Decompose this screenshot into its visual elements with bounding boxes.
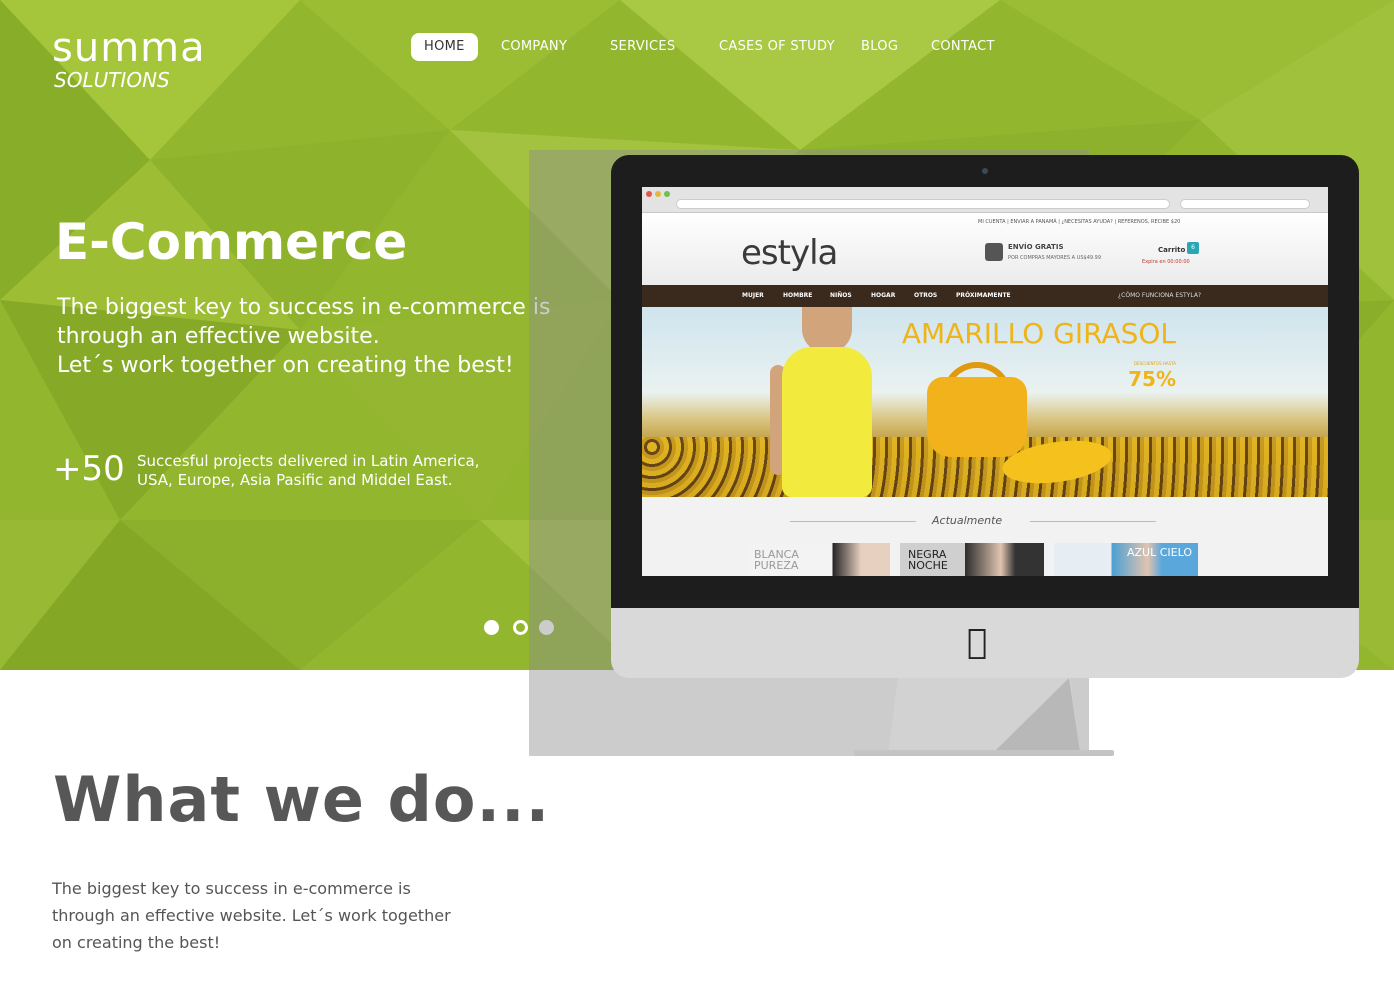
promo-banner: AMARILLO GIRASOL DESCUENTOS HASTA 75% <box>642 307 1328 497</box>
site-nav-item: MUJER <box>742 292 764 299</box>
maximize-icon <box>664 191 670 197</box>
site-logo: estyla <box>741 233 838 273</box>
cart-label: Carrito <box>1158 246 1186 254</box>
hero-description: The biggest key to success in e-commerce… <box>57 293 577 380</box>
model-image <box>782 347 872 497</box>
slide-dot-2[interactable] <box>513 620 528 635</box>
bag-image <box>927 377 1027 457</box>
divider <box>1030 521 1156 522</box>
stat-description-line: USA, Europe, Asia Pasific and Middel Eas… <box>137 471 453 489</box>
section-title: What we do... <box>53 763 551 836</box>
monitor-screen: MI CUENTA | ENVIAR A PANAMÁ | ¿NECESITAS… <box>642 187 1328 576</box>
category-thumb-label: BLANCA PUREZA <box>754 548 799 572</box>
site-top-links: MI CUENTA | ENVIAR A PANAMÁ | ¿NECESITAS… <box>978 219 1181 225</box>
hero-description-line: Let´s work together on creating the best… <box>57 353 514 378</box>
imac-mockup: MI CUENTA | ENVIAR A PANAMÁ | ¿NECESITAS… <box>611 155 1359 678</box>
monitor-stand <box>854 678 1114 756</box>
shipping-icon <box>985 243 1003 261</box>
section-description-line: The biggest key to success in e-commerce… <box>52 879 411 898</box>
cart-count: 6 <box>1187 242 1199 254</box>
category-thumb: NEGRA NOCHE <box>900 543 1044 576</box>
browser-bar <box>642 187 1328 213</box>
site-header: MI CUENTA | ENVIAR A PANAMÁ | ¿NECESITAS… <box>642 213 1328 285</box>
category-thumb: AZUL CIELO <box>1054 543 1198 576</box>
logo[interactable]: summa SOLUTIONS <box>52 28 206 92</box>
nav-services[interactable]: SERVICES <box>610 33 675 61</box>
address-bar <box>676 199 1170 209</box>
nav-home[interactable]: HOME <box>411 33 478 61</box>
category-thumb-label: NEGRA NOCHE <box>908 548 948 572</box>
divider <box>790 521 916 522</box>
shipping-title: ENVÍO GRATIS <box>1008 243 1064 251</box>
site-nav-item: HOGAR <box>871 292 896 299</box>
browser-search-field <box>1180 199 1310 209</box>
monitor-bezel: MI CUENTA | ENVIAR A PANAMÁ | ¿NECESITAS… <box>611 155 1359 610</box>
hero-description-line: The biggest key to success in e-commerce… <box>57 295 551 320</box>
shipping-subtitle: POR COMPRAS MAYORES A US$49.99 <box>1008 255 1102 261</box>
apple-logo-icon:  <box>967 622 987 662</box>
hero-description-line: through an effective website. <box>57 324 380 349</box>
nav-cases-of-study[interactable]: CASES OF STUDY <box>719 33 835 61</box>
site-nav-item: NIÑOS <box>830 292 852 299</box>
camera-icon <box>982 168 988 174</box>
promo-title: AMARILLO GIRASOL <box>901 317 1176 350</box>
hero-title: E-Commerce <box>55 213 408 271</box>
logo-wordmark: summa <box>52 25 206 71</box>
category-thumb-label: AZUL CIELO <box>1126 546 1192 559</box>
close-icon <box>646 191 652 197</box>
nav-blog[interactable]: BLOG <box>861 33 898 61</box>
stat-description: Succesful projects delivered in Latin Am… <box>137 452 497 490</box>
site-help-link: ¿CÓMO FUNCIONA ESTYLA? <box>1118 292 1202 299</box>
cart-expiry: Expira en 00:00:00 <box>1142 259 1190 265</box>
promo-discount-label: DESCUENTOS HASTA <box>1134 361 1176 366</box>
slide-dot-1[interactable] <box>484 620 499 635</box>
site-nav: MUJER HOMBRE NIÑOS HOGAR OTROS PRÓXIMAME… <box>642 285 1328 307</box>
site-nav-item: HOMBRE <box>783 292 813 299</box>
section-description: The biggest key to success in e-commerce… <box>52 875 472 956</box>
stat-description-line: Succesful projects delivered in Latin Am… <box>137 452 480 470</box>
nav-company[interactable]: COMPANY <box>501 33 567 61</box>
stat-number: +50 <box>53 449 125 489</box>
nav-contact[interactable]: CONTACT <box>931 33 995 61</box>
logo-subtitle: SOLUTIONS <box>54 68 170 92</box>
section-description-line: through an effective website. Let´s work… <box>52 906 451 925</box>
section-description-line: on creating the best! <box>52 933 221 952</box>
minimize-icon <box>655 191 661 197</box>
category-thumb: BLANCA PUREZA <box>746 543 890 576</box>
site-nav-item: PRÓXIMAMENTE <box>956 292 1011 299</box>
section-label: Actualmente <box>932 514 1003 527</box>
promo-percent: 75% <box>1128 367 1176 391</box>
site-nav-item: OTROS <box>914 292 938 299</box>
